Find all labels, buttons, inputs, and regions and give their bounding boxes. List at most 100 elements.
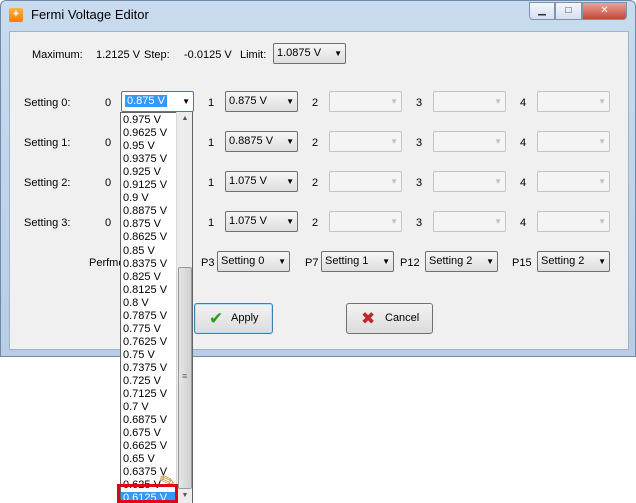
setting-1-value-1: 0.8875 V: [229, 135, 274, 147]
setting-1-label: Setting 1:: [24, 137, 71, 149]
setting-0-index-3: 3: [416, 97, 423, 109]
title-bar[interactable]: ✦ Fermi Voltage Editor ▁ □ ✕: [1, 1, 635, 29]
chevron-down-icon: ▼: [390, 97, 398, 106]
dropdown-option[interactable]: 0.6625 V: [123, 440, 167, 453]
step-label: Step:: [144, 49, 170, 61]
dropdown-option[interactable]: 0.85 V: [123, 245, 155, 258]
chevron-down-icon: ▼: [598, 177, 606, 186]
setting-3-value-1-select[interactable]: 1.075 V ▼: [225, 211, 298, 232]
setting-3-value-3-select[interactable]: ▼: [433, 211, 506, 232]
setting-2-label: Setting 2:: [24, 177, 71, 189]
setting-0-value-2-select[interactable]: ▼: [329, 91, 402, 112]
x-icon: ✖: [361, 309, 376, 328]
setting-0-index-2: 2: [312, 97, 319, 109]
setting-3-index-3: 3: [416, 217, 423, 229]
p3-label: P3: [201, 257, 215, 269]
setting-2-value-4-select[interactable]: ▼: [537, 171, 610, 192]
window-title: Fermi Voltage Editor: [31, 7, 149, 22]
setting-2-value-1: 1.075 V: [229, 175, 267, 187]
setting-3-value-2-select[interactable]: ▼: [329, 211, 402, 232]
dropdown-option[interactable]: 0.6875 V: [123, 414, 167, 427]
scroll-down-icon[interactable]: ▼: [177, 489, 193, 503]
dropdown-option[interactable]: 0.65 V: [123, 453, 155, 466]
setting-0-value-0-select[interactable]: 0.875 V ▼: [121, 91, 194, 112]
cancel-label: Cancel: [385, 312, 420, 324]
chevron-down-icon: ▼: [182, 97, 190, 106]
chevron-down-icon: ▼: [382, 257, 390, 266]
setting-0-index-4: 4: [520, 97, 527, 109]
dropdown-option[interactable]: 0.8625 V: [123, 231, 167, 244]
dropdown-option[interactable]: 0.7625 V: [123, 336, 167, 349]
chevron-down-icon: ▼: [390, 177, 398, 186]
setting-0-value-0: 0.875 V: [125, 95, 167, 107]
chevron-down-icon: ▼: [494, 217, 502, 226]
setting-1-value-3-select[interactable]: ▼: [433, 131, 506, 152]
dropdown-option[interactable]: 0.95 V: [123, 140, 155, 153]
setting-1-value-2-select[interactable]: ▼: [329, 131, 402, 152]
dropdown-option[interactable]: 0.75 V: [123, 349, 155, 362]
dropdown-option[interactable]: 0.875 V: [123, 218, 161, 231]
scroll-thumb[interactable]: ≡: [178, 267, 192, 489]
dropdown-option[interactable]: 0.7 V: [123, 401, 149, 414]
dropdown-option[interactable]: 0.975 V: [123, 114, 161, 127]
check-icon: ✔: [209, 309, 224, 328]
p15-select[interactable]: Setting 2 ▼: [537, 251, 610, 272]
p12-value: Setting 2: [429, 255, 473, 267]
minimize-icon: ▁: [538, 5, 546, 16]
setting-0-value-1: 0.875 V: [229, 95, 267, 107]
dropdown-option[interactable]: 0.7875 V: [123, 310, 167, 323]
setting-1-value-4-select[interactable]: ▼: [537, 131, 610, 152]
dropdown-option[interactable]: 0.825 V: [123, 271, 161, 284]
p12-select[interactable]: Setting 2 ▼: [425, 251, 498, 272]
chevron-down-icon: ▼: [598, 217, 606, 226]
maximize-button[interactable]: □: [555, 2, 582, 20]
dropdown-option[interactable]: 0.9625 V: [123, 127, 167, 140]
chevron-down-icon: ▼: [598, 137, 606, 146]
dropdown-option[interactable]: 0.8 V: [123, 297, 149, 310]
setting-1-value-1-select[interactable]: 0.8875 V ▼: [225, 131, 298, 152]
setting-3-value-4-select[interactable]: ▼: [537, 211, 610, 232]
dropdown-option[interactable]: 0.725 V: [123, 375, 161, 388]
p15-value: Setting 2: [541, 255, 585, 267]
dropdown-option[interactable]: 0.8375 V: [123, 258, 167, 271]
minimize-button[interactable]: ▁: [529, 2, 555, 20]
scroll-up-icon[interactable]: ▲: [177, 112, 193, 126]
limit-label: Limit:: [240, 49, 267, 61]
setting-0-value-1-select[interactable]: 0.875 V ▼: [225, 91, 298, 112]
dropdown-option[interactable]: 0.9375 V: [123, 153, 167, 166]
dropdown-option[interactable]: 0.7375 V: [123, 362, 167, 375]
close-button[interactable]: ✕: [582, 2, 627, 20]
setting-2-value-3-select[interactable]: ▼: [433, 171, 506, 192]
close-icon: ✕: [600, 5, 609, 16]
setting-0-label: Setting 0:: [24, 97, 71, 109]
app-window: ✦ Fermi Voltage Editor ▁ □ ✕ Maximum: 1.…: [0, 0, 636, 357]
editor-panel: Maximum: 1.2125 V Step: -0.0125 V Limit:…: [9, 31, 629, 350]
p7-select[interactable]: Setting 1 ▼: [321, 251, 394, 272]
limit-select-value: 1.0875 V: [277, 47, 322, 59]
setting-3-label: Setting 3:: [24, 217, 71, 229]
setting-2-value-2-select[interactable]: ▼: [329, 171, 402, 192]
p3-value: Setting 0: [221, 255, 265, 267]
setting-0-value-3-select[interactable]: ▼: [433, 91, 506, 112]
chevron-down-icon: ▼: [286, 137, 294, 146]
dropdown-scrollbar[interactable]: ▲ ≡ ▼: [176, 112, 192, 503]
dropdown-option[interactable]: 0.775 V: [123, 323, 161, 336]
dropdown-option[interactable]: 0.9 V: [123, 192, 149, 205]
setting-3-index-4: 4: [520, 217, 527, 229]
setting-2-index-1: 1: [208, 177, 215, 189]
setting-0-value-4-select[interactable]: ▼: [537, 91, 610, 112]
dropdown-option[interactable]: 0.7125 V: [123, 388, 167, 401]
cancel-button[interactable]: ✖ Cancel: [346, 303, 433, 334]
dropdown-option[interactable]: 0.8125 V: [123, 284, 167, 297]
dropdown-option[interactable]: 0.9125 V: [123, 179, 167, 192]
chevron-down-icon: ▼: [494, 97, 502, 106]
setting-2-value-1-select[interactable]: 1.075 V ▼: [225, 171, 298, 192]
dropdown-option[interactable]: 0.8875 V: [123, 205, 167, 218]
chevron-down-icon: ▼: [390, 217, 398, 226]
p3-select[interactable]: Setting 0 ▼: [217, 251, 290, 272]
dropdown-option[interactable]: 0.675 V: [123, 427, 161, 440]
maximum-label: Maximum:: [32, 49, 83, 61]
apply-button[interactable]: ✔ Apply: [194, 303, 273, 334]
limit-select[interactable]: 1.0875 V ▼: [273, 43, 346, 64]
dropdown-option[interactable]: 0.925 V: [123, 166, 161, 179]
